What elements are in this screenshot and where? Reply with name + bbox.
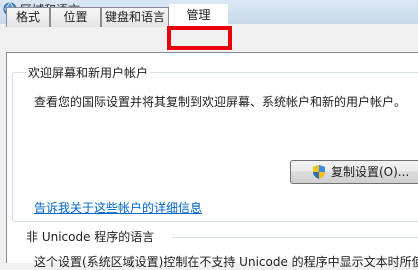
tab-format[interactable]: 格式 [6, 7, 50, 27]
accounts-info-link[interactable]: 告诉我关于这些帐户的详细信息 [34, 199, 202, 216]
tab-location[interactable]: 位置 [50, 7, 101, 27]
copy-settings-label: 复制设置(O)... [331, 165, 410, 179]
tab-administrative[interactable]: 管理 [169, 4, 228, 28]
welcome-group-description: 查看您的国际设置并将其复制到欢迎屏幕、系统帐户和新的用户帐户。 [34, 95, 407, 109]
copy-settings-button[interactable]: 复制设置(O)... [290, 160, 418, 184]
section-divider [172, 237, 418, 238]
non-unicode-section-title: 非 Unicode 程序的语言 [26, 230, 155, 244]
shield-icon [313, 165, 325, 179]
tab-keyboard-languages[interactable]: 键盘和语言 [101, 7, 169, 27]
welcome-group-title: 欢迎屏幕和新用户帐户 [26, 64, 151, 81]
tab-highlight-box [167, 26, 232, 50]
